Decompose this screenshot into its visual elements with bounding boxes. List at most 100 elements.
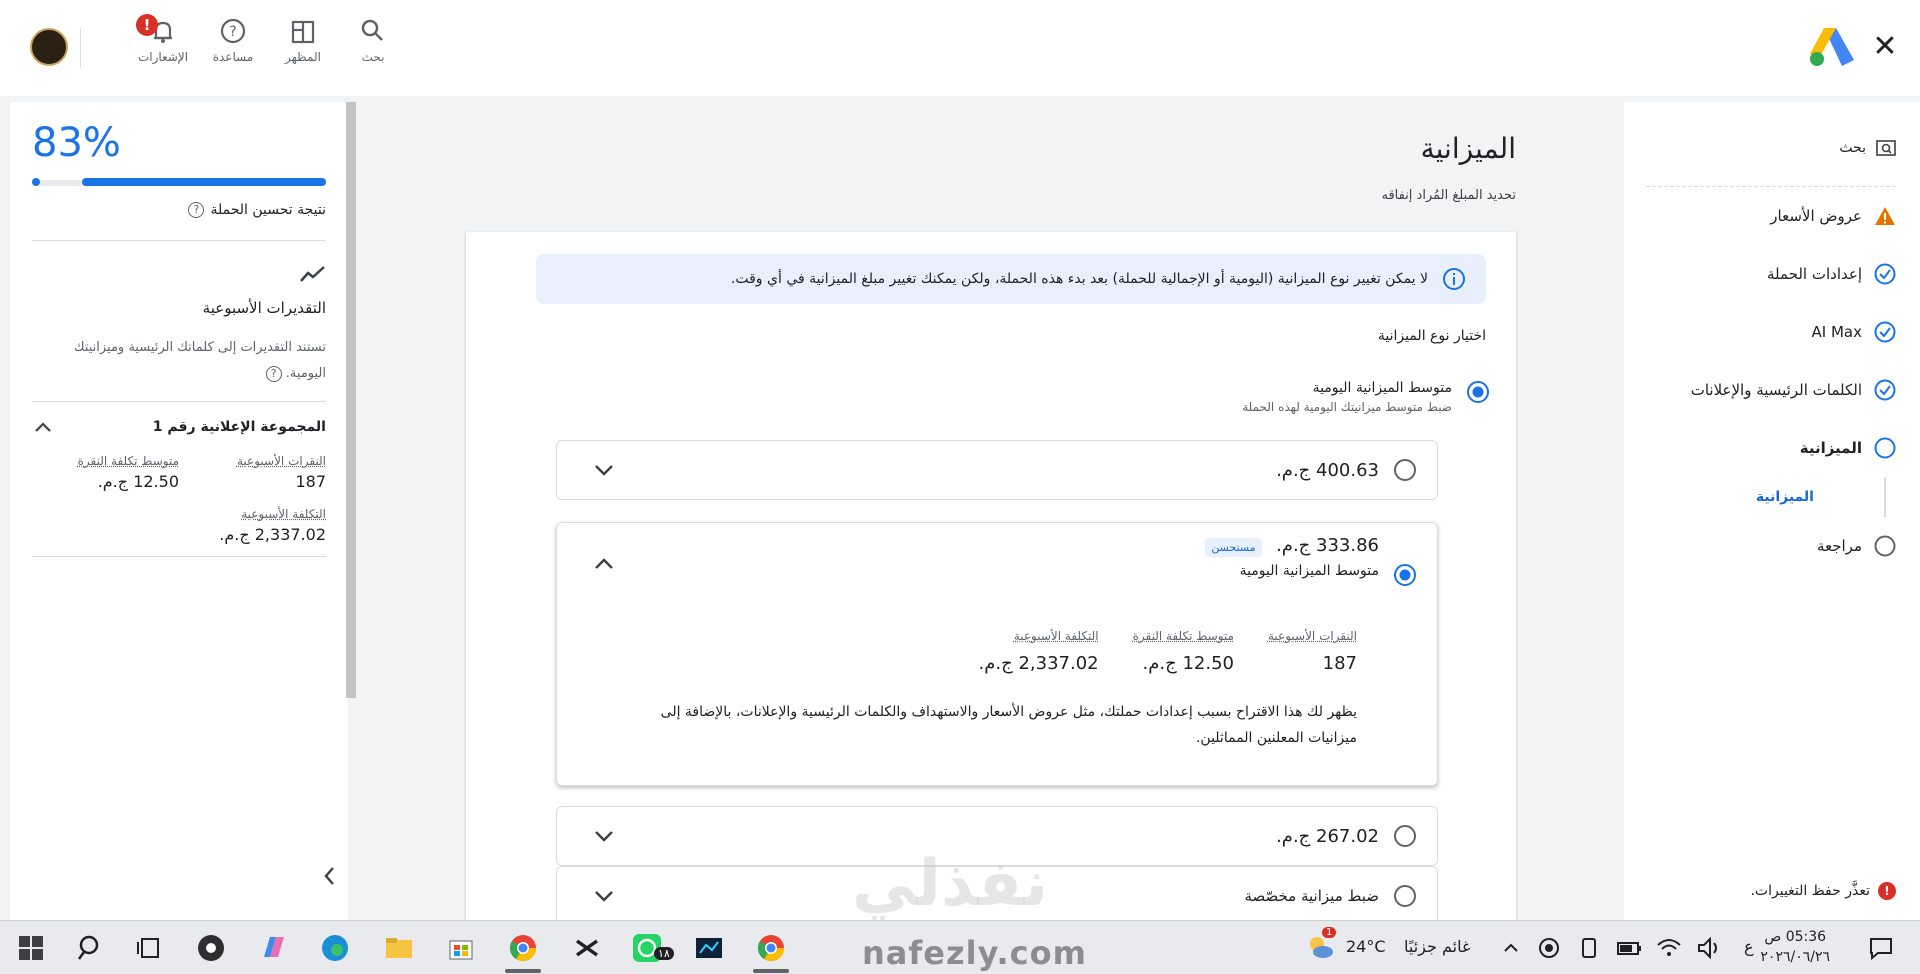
nav-item-budget[interactable]: الميزانية bbox=[1646, 419, 1896, 477]
nav-item-label: AI Max bbox=[1811, 323, 1862, 341]
appearance-tool-button[interactable]: المظهر bbox=[268, 16, 338, 64]
radio-unselected-icon[interactable] bbox=[1393, 458, 1417, 482]
recommended-badge: مستحسن bbox=[1205, 538, 1262, 557]
weather-temp[interactable]: 24°C bbox=[1346, 937, 1386, 956]
panel-scrollbar[interactable] bbox=[346, 102, 356, 698]
store-icon[interactable] bbox=[446, 933, 476, 963]
metric-value: 187 bbox=[1322, 653, 1357, 674]
notification-badge: ! bbox=[136, 14, 158, 36]
chevron-up-icon[interactable] bbox=[1496, 933, 1526, 963]
help-icon[interactable]: ? bbox=[188, 202, 205, 218]
svg-text:?: ? bbox=[229, 24, 236, 40]
notifications-tool-label: الإشعارات bbox=[137, 50, 189, 64]
help-tool-label: مساعدة bbox=[212, 50, 254, 64]
appearance-tool-label: المظهر bbox=[285, 50, 321, 64]
metric-label: متوسط تكلفة النقرة bbox=[1132, 629, 1234, 643]
metric-label: التكلفة الأسبوعية bbox=[241, 507, 326, 521]
watermark-arabic: نفذلي bbox=[852, 847, 1048, 921]
divider bbox=[32, 401, 326, 402]
ad-group-header[interactable]: المجموعة الإعلانية رقم 1 bbox=[32, 416, 326, 438]
nav-item-bids[interactable]: عروض الأسعار bbox=[1646, 187, 1896, 245]
watermark-latin: nafezly.com bbox=[862, 934, 1087, 972]
info-icon bbox=[1443, 268, 1465, 290]
nav-search-label: بحث bbox=[1839, 140, 1866, 156]
system-clock[interactable]: 05:36 ص ٢٠٢٦/٠٦/٢٦ bbox=[1760, 927, 1830, 967]
help-icon[interactable]: ? bbox=[265, 366, 282, 382]
battery-icon[interactable] bbox=[1614, 933, 1644, 963]
budget-option[interactable]: 400.63 ج.م. bbox=[556, 440, 1438, 500]
chevron-down-icon[interactable] bbox=[591, 823, 617, 849]
search-icon bbox=[361, 19, 383, 41]
metric-cpc: متوسط تكلفة النقرة 12.50 ج.م. bbox=[32, 454, 179, 499]
ad-group-title: المجموعة الإعلانية رقم 1 bbox=[152, 419, 326, 435]
chrome-icon[interactable] bbox=[756, 933, 786, 963]
radio-selected-icon[interactable] bbox=[1466, 380, 1490, 404]
nav-item-keywords-ads[interactable]: الكلمات الرئيسية والإعلانات bbox=[1646, 361, 1896, 419]
metric-value: 12.50 ج.م. bbox=[1142, 653, 1234, 674]
nav-item-campaign-settings[interactable]: إعدادات الحملة bbox=[1646, 245, 1896, 303]
nav-item-ai-max[interactable]: AI Max bbox=[1646, 303, 1896, 361]
appearance-icon bbox=[291, 20, 315, 44]
obs-icon[interactable] bbox=[196, 933, 226, 963]
search-icon[interactable] bbox=[76, 933, 106, 963]
edge-icon[interactable] bbox=[320, 933, 350, 963]
nav-item-review[interactable]: مراجعة bbox=[1646, 517, 1896, 575]
windows-start-icon[interactable] bbox=[16, 933, 46, 963]
task-view-icon[interactable] bbox=[134, 933, 164, 963]
chevron-down-icon[interactable] bbox=[591, 457, 617, 483]
nav-search[interactable]: بحث bbox=[1646, 128, 1896, 168]
volume-icon[interactable] bbox=[1694, 933, 1724, 963]
page-title: الميزانية bbox=[1420, 132, 1516, 165]
chevron-left-icon[interactable] bbox=[318, 864, 342, 888]
current-step-circle-icon bbox=[1874, 437, 1896, 459]
check-circle-icon bbox=[1874, 379, 1896, 401]
error-icon: ! bbox=[1878, 882, 1896, 900]
chevron-down-icon[interactable] bbox=[591, 883, 617, 909]
radio-unselected-icon[interactable] bbox=[1393, 884, 1417, 908]
clock-date: ٢٠٢٦/٠٦/٢٦ bbox=[1760, 949, 1830, 965]
whatsapp-badge: ١٨ bbox=[654, 947, 674, 960]
ad-group-metrics: النقرات الأسبوعية 187 متوسط تكلفة النقرة… bbox=[32, 454, 326, 552]
weather-badge: 1 bbox=[1322, 927, 1337, 938]
account-avatar[interactable] bbox=[30, 28, 68, 66]
weather-desc[interactable]: غائم جزئيًا bbox=[1404, 937, 1470, 956]
chevron-up-icon[interactable] bbox=[591, 551, 617, 577]
chrome-icon[interactable] bbox=[508, 933, 538, 963]
help-tool-button[interactable]: ? مساعدة bbox=[198, 16, 268, 64]
record-icon[interactable] bbox=[1534, 933, 1564, 963]
wifi-icon[interactable] bbox=[1654, 933, 1684, 963]
chevron-up-icon[interactable] bbox=[32, 416, 54, 438]
budget-option-header: 333.86 ج.م. مستحسن متوسط الميزانية اليوم… bbox=[557, 523, 1437, 587]
check-circle-icon bbox=[1874, 321, 1896, 343]
metric-clicks: النقرات الأسبوعية 187 bbox=[179, 454, 326, 499]
search-tool-button[interactable]: بحث bbox=[338, 16, 408, 64]
close-icon[interactable]: ✕ bbox=[1868, 30, 1902, 64]
screen-app-icon[interactable] bbox=[694, 933, 724, 963]
warning-icon bbox=[1875, 207, 1895, 225]
optimization-score-label: نتيجة تحسين الحملة bbox=[210, 202, 326, 218]
search-tool-label: بحث bbox=[361, 50, 385, 64]
trending-icon bbox=[300, 266, 325, 282]
weekly-estimates-desc: تستند التقديرات إلى كلماتك الرئيسية وميز… bbox=[32, 335, 326, 387]
weekly-estimates-title: التقديرات الأسبوعية bbox=[202, 299, 326, 317]
google-ads-logo bbox=[1810, 28, 1854, 66]
check-circle-icon bbox=[1874, 263, 1896, 285]
empty-circle-icon bbox=[1874, 535, 1896, 557]
budget-type-option[interactable]: متوسط الميزانية اليومية ضبط متوسط ميزاني… bbox=[1242, 380, 1490, 414]
metric-label: متوسط تكلفة النقرة bbox=[77, 454, 179, 468]
file-explorer-icon[interactable] bbox=[384, 933, 414, 963]
metric-clicks: النقرات الأسبوعية 187 bbox=[1268, 629, 1357, 682]
notification-center-icon[interactable] bbox=[1866, 933, 1896, 963]
metric-cost: التكلفة الأسبوعية 2,337.02 ج.م. bbox=[979, 629, 1099, 682]
phone-link-icon[interactable] bbox=[1574, 933, 1604, 963]
nav-subitem-budget[interactable]: الميزانية bbox=[1646, 477, 1886, 517]
nav-item-label: مراجعة bbox=[1816, 537, 1862, 555]
capcut-icon[interactable] bbox=[572, 933, 602, 963]
metric-label: النقرات الأسبوعية bbox=[236, 454, 326, 468]
radio-unselected-icon[interactable] bbox=[1393, 824, 1417, 848]
radio-selected-icon[interactable] bbox=[1393, 563, 1417, 587]
budget-option-recommended[interactable]: 333.86 ج.م. مستحسن متوسط الميزانية اليوم… bbox=[556, 522, 1438, 786]
input-language[interactable]: ع bbox=[1744, 937, 1754, 956]
budget-type-option-desc: ضبط متوسط ميزانيتك اليومية لهذه الحملة bbox=[1242, 400, 1452, 414]
copilot-icon[interactable] bbox=[258, 933, 288, 963]
